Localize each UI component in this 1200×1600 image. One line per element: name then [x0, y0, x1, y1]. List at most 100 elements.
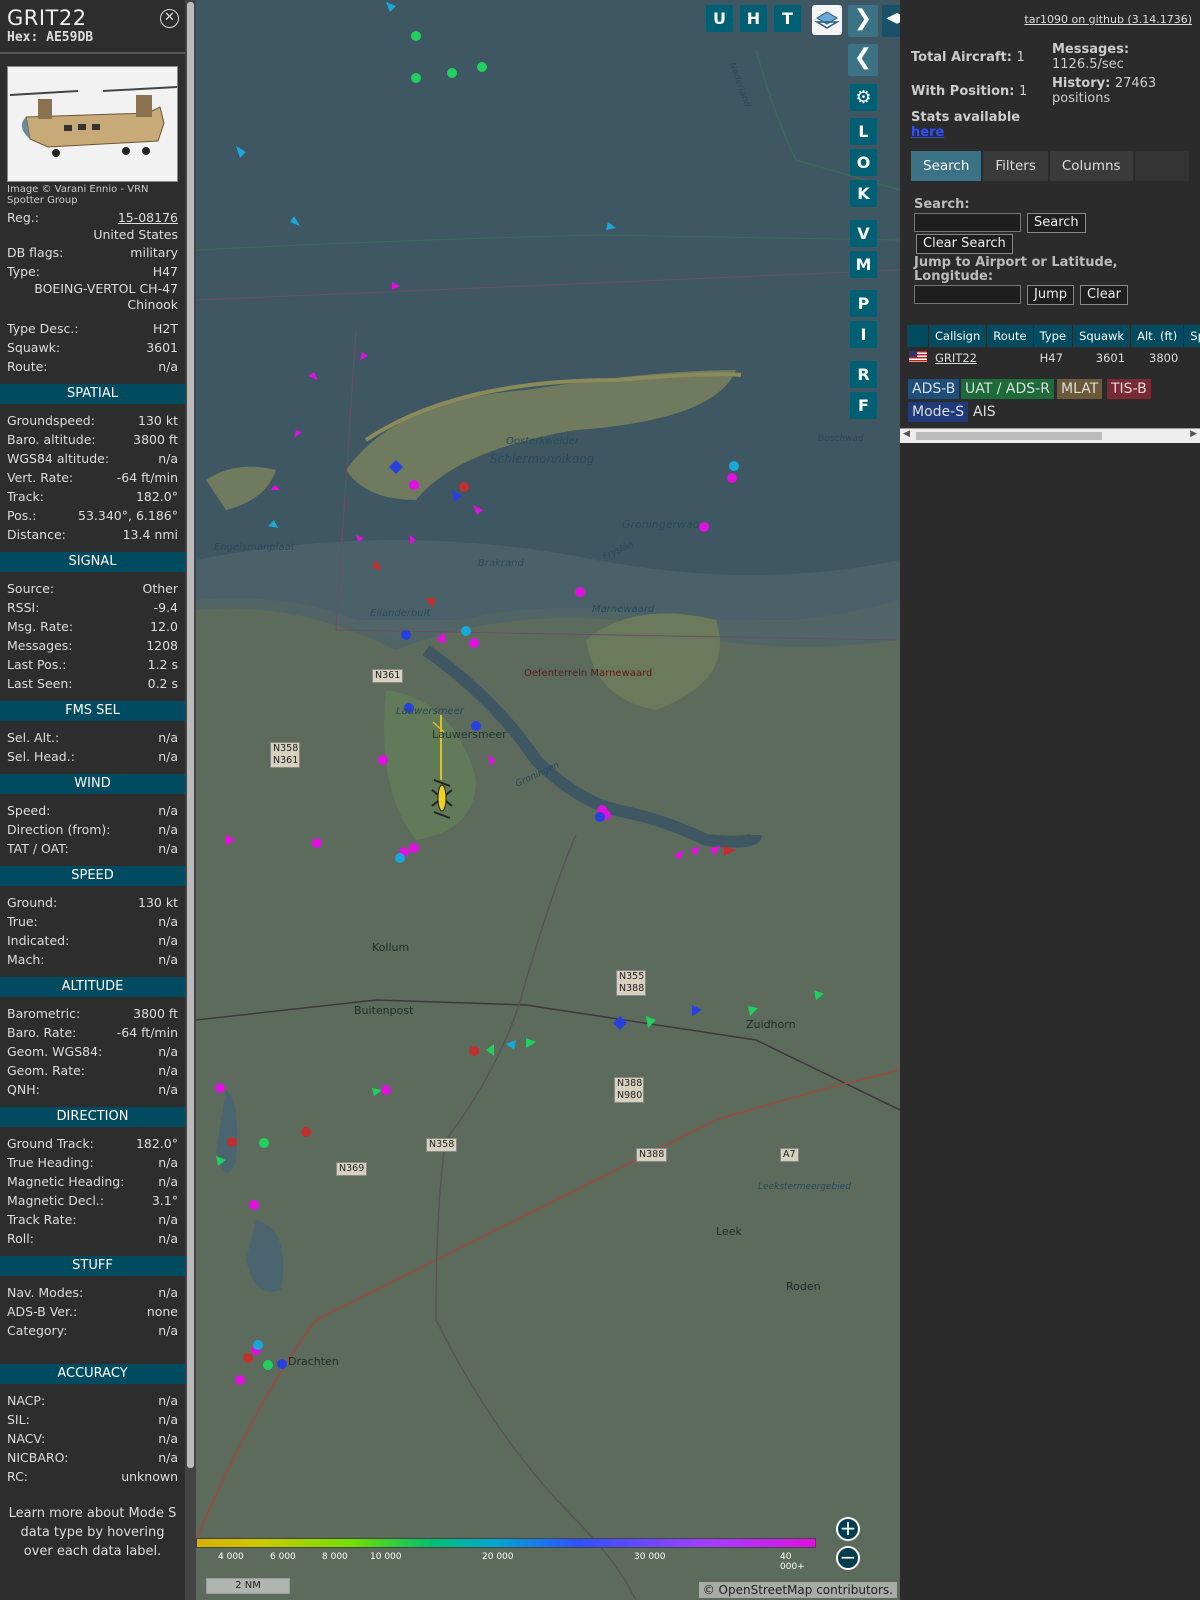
accuracy-label[interactable]: NACV:: [7, 1429, 45, 1448]
toggle-button-r[interactable]: R: [850, 361, 877, 388]
signal-label[interactable]: Source:: [7, 579, 54, 598]
table-row[interactable]: GRIT22 H47 3601 3800: [907, 347, 1200, 369]
aircraft-marker[interactable]: [469, 638, 479, 648]
aircraft-marker[interactable]: [395, 853, 405, 863]
direction-label[interactable]: Magnetic Decl.:: [7, 1191, 104, 1210]
aircraft-marker[interactable]: [372, 560, 382, 570]
aircraft-marker[interactable]: [277, 1359, 287, 1369]
aircraft-marker[interactable]: [268, 520, 278, 528]
close-icon[interactable]: ✕: [160, 9, 179, 28]
tab-search[interactable]: Search: [911, 151, 982, 181]
aircraft-marker[interactable]: [506, 1040, 516, 1050]
info-scrollbar[interactable]: [185, 0, 196, 1600]
direction-label[interactable]: True Heading:: [7, 1153, 94, 1172]
scroll-right-icon[interactable]: ▶: [1190, 429, 1197, 439]
column-header-route[interactable]: Route: [987, 325, 1034, 347]
aircraft-marker[interactable]: [646, 1016, 656, 1028]
row-callsign[interactable]: GRIT22: [929, 347, 987, 369]
wind-label[interactable]: Speed:: [7, 801, 50, 820]
scroll-left-icon[interactable]: ◀: [903, 429, 910, 439]
jump-input[interactable]: [914, 285, 1021, 304]
toggle-button-v[interactable]: V: [850, 220, 877, 247]
aircraft-marker[interactable]: [215, 1083, 225, 1093]
aircraft-marker[interactable]: [378, 755, 388, 765]
expand-sidebar-button[interactable]: ❯: [848, 5, 878, 37]
aircraft-marker[interactable]: [235, 1375, 245, 1385]
aircraft-marker[interactable]: [814, 990, 824, 1000]
aircraft-marker[interactable]: [469, 1046, 479, 1056]
tab-columns[interactable]: Columns: [1049, 151, 1133, 181]
toggle-button-o[interactable]: O: [850, 149, 877, 176]
accuracy-label[interactable]: NACP:: [7, 1391, 45, 1410]
aircraft-marker[interactable]: [236, 146, 246, 158]
toggle-button-f[interactable]: F: [850, 392, 877, 419]
aircraft-marker[interactable]: [226, 835, 236, 845]
speed-label[interactable]: True:: [7, 912, 38, 931]
fms-label[interactable]: Sel. Alt.:: [7, 728, 59, 747]
altitude-label[interactable]: Barometric:: [7, 1004, 80, 1023]
map-attribution[interactable]: © OpenStreetMap contributors.: [698, 1582, 897, 1598]
aircraft-marker[interactable]: [748, 1006, 758, 1016]
aircraft-marker[interactable]: [459, 482, 469, 492]
toggle-button-p[interactable]: P: [850, 290, 877, 317]
aircraft-marker[interactable]: [249, 1200, 259, 1210]
aircraft-marker[interactable]: [575, 587, 585, 597]
spatial-label[interactable]: Track:: [7, 487, 44, 506]
aircraft-marker[interactable]: [392, 282, 400, 290]
column-header-callsign[interactable]: Callsign: [929, 325, 988, 347]
accuracy-label[interactable]: NICBARO:: [7, 1448, 68, 1467]
aircraft-marker[interactable]: [595, 812, 605, 822]
aircraft-marker[interactable]: [301, 1127, 311, 1137]
aircraft-marker[interactable]: [436, 632, 446, 644]
aircraft-marker[interactable]: [606, 222, 616, 230]
stuff-label[interactable]: Nav. Modes:: [7, 1283, 83, 1302]
aircraft-marker[interactable]: [270, 485, 280, 490]
altitude-label[interactable]: Geom. WGS84:: [7, 1042, 102, 1061]
aircraft-marker[interactable]: [473, 505, 483, 515]
aircraft-marker[interactable]: [410, 535, 416, 544]
aircraft-marker[interactable]: [447, 68, 457, 78]
info-scrollbar-thumb[interactable]: [187, 2, 194, 1468]
spatial-label[interactable]: Pos.:: [7, 506, 36, 525]
stats-link[interactable]: here: [911, 125, 944, 140]
signal-label[interactable]: Last Seen:: [7, 674, 72, 693]
speed-label[interactable]: Indicated:: [7, 931, 69, 950]
aircraft-photo[interactable]: [7, 66, 178, 182]
altitude-label[interactable]: Baro. Rate:: [7, 1023, 76, 1042]
direction-label[interactable]: Magnetic Heading:: [7, 1172, 124, 1191]
fms-label[interactable]: Sel. Head.:: [7, 747, 75, 766]
aircraft-marker[interactable]: [488, 755, 496, 766]
table-horizontal-scrollbar[interactable]: ◀ ▶: [900, 428, 1200, 443]
aircraft-marker[interactable]: [486, 1044, 494, 1056]
wind-label[interactable]: Direction (from):: [7, 820, 111, 839]
aircraft-marker[interactable]: [477, 62, 487, 72]
speed-label[interactable]: Mach:: [7, 950, 44, 969]
toggle-button-t[interactable]: T: [774, 5, 801, 32]
jump-button[interactable]: Jump: [1027, 285, 1074, 305]
spatial-label[interactable]: Baro. altitude:: [7, 430, 96, 449]
signal-label[interactable]: Msg. Rate:: [7, 617, 73, 636]
altitude-label[interactable]: QNH:: [7, 1080, 40, 1099]
aircraft-marker[interactable]: [360, 352, 368, 360]
aircraft-marker[interactable]: [263, 1360, 273, 1370]
aircraft-marker[interactable]: [381, 1085, 391, 1095]
spatial-label[interactable]: Groundspeed:: [7, 411, 95, 430]
column-header-altitude[interactable]: Alt. (ft): [1131, 325, 1185, 347]
layers-button[interactable]: [812, 5, 842, 35]
stuff-label[interactable]: Category:: [7, 1321, 67, 1340]
toggle-button-k[interactable]: K: [850, 180, 877, 207]
aircraft-marker[interactable]: [356, 535, 364, 542]
github-link[interactable]: tar1090 on github (3.14.1736): [1024, 13, 1192, 26]
aircraft-marker[interactable]: [526, 1038, 536, 1048]
aircraft-marker[interactable]: [386, 2, 396, 12]
tab-filters[interactable]: Filters: [983, 151, 1048, 181]
aircraft-marker[interactable]: [452, 490, 462, 502]
aircraft-marker[interactable]: [290, 216, 300, 226]
signal-label[interactable]: Messages:: [7, 636, 73, 655]
aircraft-marker[interactable]: [243, 1353, 253, 1363]
clear-search-button[interactable]: Clear Search: [916, 234, 1013, 254]
map-view[interactable]: Schiermonnikoog Oosterkwelder Groningerw…: [196, 0, 900, 1600]
column-header-squawk[interactable]: Squawk: [1073, 325, 1132, 347]
altitude-label[interactable]: Geom. Rate:: [7, 1061, 85, 1080]
stuff-label[interactable]: ADS-B Ver.:: [7, 1302, 77, 1321]
